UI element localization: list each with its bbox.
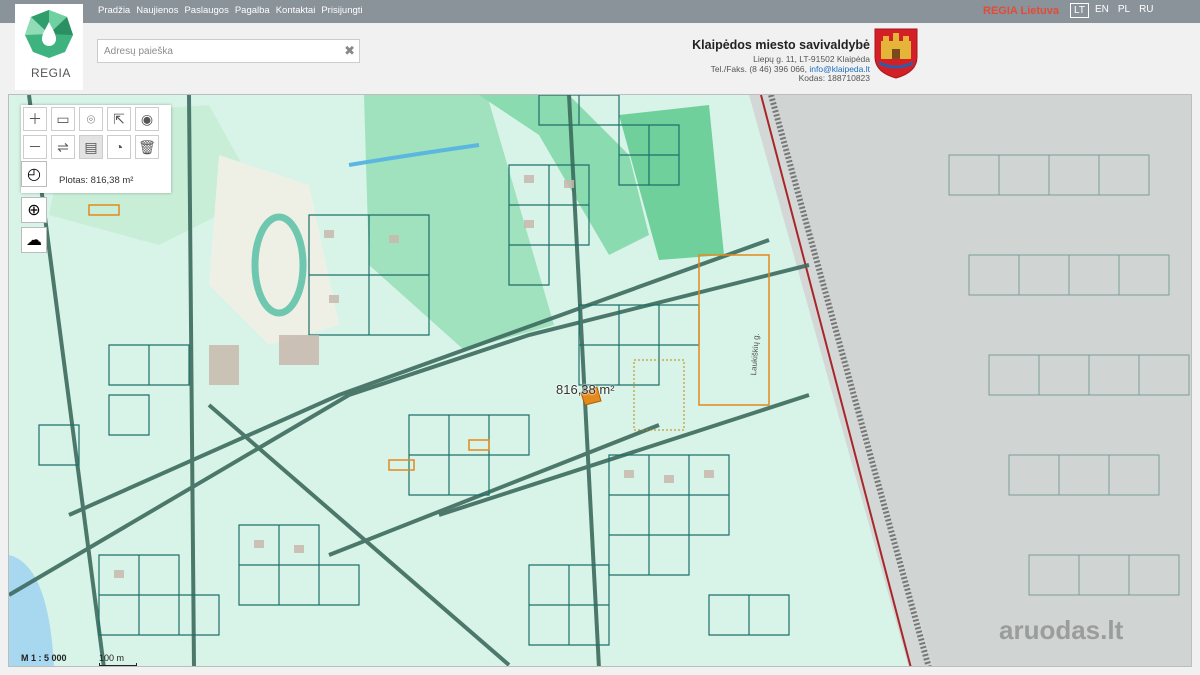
compass-icon[interactable]: ◴ (21, 161, 47, 187)
point-icon[interactable]: ◉ (135, 107, 159, 131)
nav-item-naujienos[interactable]: Naujienos (136, 5, 178, 16)
measure-line-icon[interactable]: ⇌ (51, 135, 75, 159)
area-readout: Plotas: 816,38 m² (59, 175, 134, 186)
municipality-phone: Tel./Faks. (8 46) 396 066, (710, 63, 808, 74)
address-search: ✖ (97, 39, 360, 63)
clear-icon[interactable]: ✖ (344, 43, 355, 59)
radius-icon[interactable]: ◔ (107, 135, 131, 159)
regia-logo-icon (25, 10, 73, 58)
locate-icon[interactable]: ⊕ (21, 197, 47, 223)
lang-pl[interactable]: PL (1115, 3, 1133, 18)
scale-bar-label: 100 m (99, 653, 125, 663)
brand-link[interactable]: REGIA Lietuva (983, 5, 1059, 17)
municipality-email-link[interactable]: info@klaipeda.lt (809, 64, 870, 74)
map-scale-text: M 1 : 5 000 (21, 653, 67, 663)
measure-area-icon[interactable]: ▤ (79, 135, 103, 159)
watermark: aruodas.lt (999, 615, 1124, 645)
municipality-info: Klaipėdos miesto savivaldybė Liepų g. 11… (692, 38, 870, 84)
map-view[interactable]: ＋ － ▭ ⌾ ⇱ ◉ ⇌ ▤ ◔ 🗑 Plotas: 816,38 m² ◴ … (8, 94, 1192, 667)
cadastral-map[interactable] (9, 95, 1192, 667)
zoom-out-button[interactable]: － (23, 135, 47, 159)
main-nav: Pradžia Naujienos Paslaugos Pagalba Kont… (98, 5, 363, 16)
measure-distance-icon[interactable]: ▭ (51, 107, 75, 131)
language-switcher: LT EN PL RU (1070, 3, 1157, 18)
nav-item-paslaugos[interactable]: Paslaugos (184, 5, 228, 16)
zoom-in-button[interactable]: ＋ (23, 107, 47, 131)
area-label: 816,38 m² (556, 382, 615, 397)
lasso-icon[interactable]: ☁ (21, 227, 47, 253)
nav-item-kontaktai[interactable]: Kontaktai (276, 5, 316, 16)
klaipeda-crest-icon (874, 28, 918, 79)
lang-lt[interactable]: LT (1070, 3, 1089, 18)
nav-item-pagalba[interactable]: Pagalba (235, 5, 270, 16)
logo-text: REGIA (31, 66, 71, 80)
top-bar: Pradžia Naujienos Paslaugos Pagalba Kont… (0, 0, 1200, 23)
municipality-code: Kodas: 188710823 (798, 73, 870, 83)
lang-ru[interactable]: RU (1136, 3, 1156, 18)
marker-icon[interactable]: ⌾ (79, 107, 103, 131)
nav-item-pradzia[interactable]: Pradžia (98, 5, 130, 16)
address-search-input[interactable] (98, 40, 328, 62)
map-scale-bar: 100 m (99, 653, 137, 666)
nav-item-prisijungti[interactable]: Prisijungti (321, 5, 362, 16)
scale-bar-line (99, 663, 137, 666)
municipality-name: Klaipėdos miesto savivaldybė (692, 38, 870, 52)
export-icon[interactable]: ⇱ (107, 107, 131, 131)
delete-icon[interactable]: 🗑 (135, 135, 159, 159)
lang-en[interactable]: EN (1092, 3, 1112, 18)
